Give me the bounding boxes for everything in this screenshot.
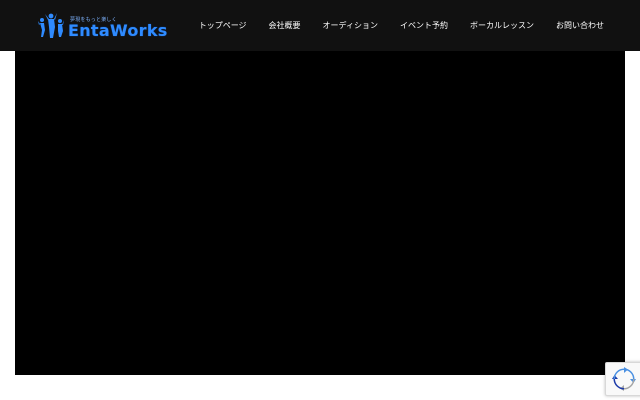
nav-item-top-page[interactable]: トップページ	[199, 20, 247, 31]
main-navigation: トップページ 会社概要 オーディション イベント予約 ボーカルレッスン お問い合…	[199, 0, 604, 51]
recaptcha-icon	[612, 367, 636, 391]
nav-item-vocal-lesson[interactable]: ボーカルレッスン	[470, 20, 534, 31]
site-logo[interactable]: 夢現をもっと楽しく EntaWorks	[34, 9, 167, 43]
dancers-logo-icon	[38, 13, 64, 38]
nav-item-audition[interactable]: オーディション	[323, 20, 378, 31]
nav-item-contact[interactable]: お問い合わせ	[556, 20, 604, 31]
logo-wordmark: EntaWorks	[68, 21, 168, 40]
nav-item-company-overview[interactable]: 会社概要	[269, 20, 301, 31]
hero-video[interactable]	[15, 51, 625, 375]
recaptcha-badge[interactable]	[605, 362, 640, 396]
nav-item-event-reservation[interactable]: イベント予約	[400, 20, 448, 31]
site-header: 夢現をもっと楽しく EntaWorks トップページ 会社概要 オーディション …	[0, 0, 640, 51]
